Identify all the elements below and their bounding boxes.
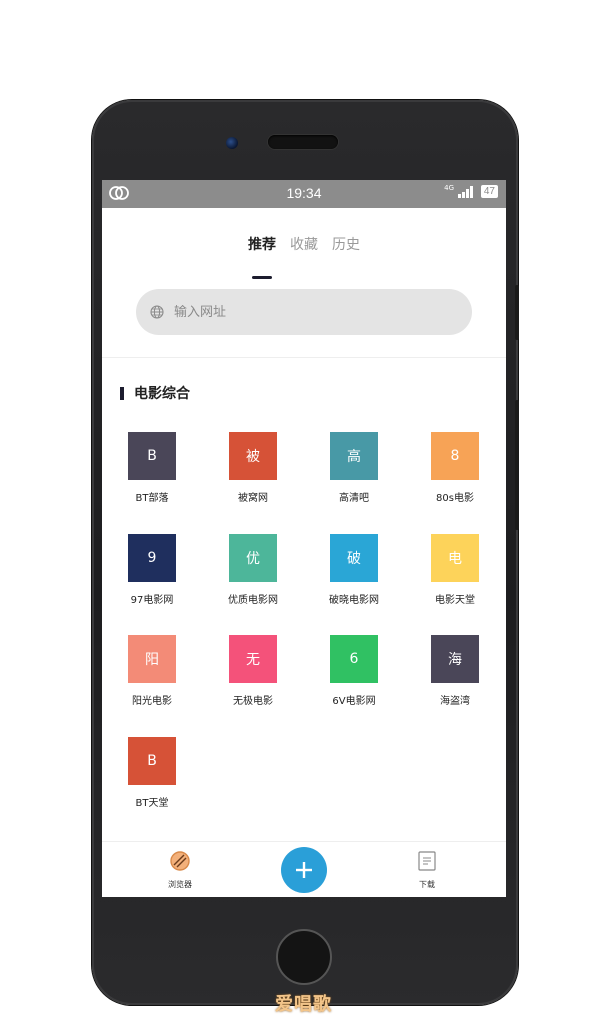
phone-screen: 19:34 4G 47 推荐 收藏 历史 电影综合 BBT部落被被窝网高高清吧8…: [102, 180, 506, 897]
tab-recommended[interactable]: 推荐: [248, 234, 276, 279]
site-icon: B: [128, 737, 176, 785]
search-bar[interactable]: [136, 289, 472, 335]
power-button: [515, 400, 519, 530]
site-icon: 阳: [128, 635, 176, 683]
section-title: 电影综合: [134, 386, 190, 402]
status-bar: 19:34 4G 47: [102, 180, 506, 208]
site-icon: 优: [229, 534, 277, 582]
site-label: 优质电影网: [228, 595, 278, 606]
download-icon: [418, 851, 436, 871]
site-icon: 9: [128, 534, 176, 582]
top-tabs: 推荐 收藏 历史: [102, 208, 506, 279]
site-icon: 高: [330, 432, 378, 480]
site-label: 80s电影: [436, 493, 474, 504]
browser-icon: [170, 851, 190, 871]
site-item[interactable]: 破破晓电影网: [304, 534, 404, 606]
site-label: 海盗湾: [440, 696, 470, 707]
watermark: 爱唱歌: [275, 994, 332, 1015]
site-item[interactable]: B BT部落: [102, 432, 202, 504]
site-icon: 无: [229, 635, 277, 683]
front-camera: [226, 137, 238, 149]
site-item[interactable]: B BT天堂: [102, 737, 202, 809]
nav-browser-label: 浏览器: [168, 880, 192, 889]
nav-download[interactable]: 下载: [397, 850, 457, 890]
signal-icon: [457, 185, 473, 198]
nav-browser[interactable]: 浏览器: [150, 850, 210, 890]
site-icon: 电: [431, 534, 479, 582]
volume-button: [515, 285, 519, 340]
site-item[interactable]: 被被窝网: [203, 432, 303, 504]
site-icon: 被: [229, 432, 277, 480]
site-label: 破晓电影网: [329, 595, 379, 606]
site-item[interactable]: 阳阳光电影: [102, 635, 202, 707]
site-item[interactable]: 8 80s电影: [405, 432, 505, 504]
globe-icon: [150, 305, 164, 319]
status-indicators: 4G 47: [444, 184, 498, 198]
site-label: 电影天堂: [435, 595, 475, 606]
site-label: 97电影网: [130, 595, 174, 606]
site-item[interactable]: 海海盗湾: [405, 635, 505, 707]
site-label: 无极电影: [233, 696, 273, 707]
site-item[interactable]: 电电影天堂: [405, 534, 505, 606]
earpiece-speaker: [268, 135, 338, 149]
site-label: 被窝网: [238, 493, 268, 504]
section-marker: [120, 386, 124, 400]
site-item[interactable]: 6 6V电影网: [304, 635, 404, 707]
site-label: 6V电影网: [332, 696, 376, 707]
site-icon: B: [128, 432, 176, 480]
site-icon: 破: [330, 534, 378, 582]
plus-icon: [296, 862, 312, 878]
site-item[interactable]: 无无极电影: [203, 635, 303, 707]
site-item[interactable]: 优优质电影网: [203, 534, 303, 606]
nav-download-label: 下载: [419, 880, 435, 889]
site-item[interactable]: 高高清吧: [304, 432, 404, 504]
site-label: BT部落: [135, 493, 169, 504]
add-button[interactable]: [281, 847, 327, 893]
section-header: 电影综合: [120, 383, 190, 403]
home-button[interactable]: [276, 929, 332, 985]
tab-history[interactable]: 历史: [332, 234, 360, 266]
url-input[interactable]: [174, 304, 434, 320]
site-label: BT天堂: [135, 798, 169, 809]
site-icon: 8: [431, 432, 479, 480]
site-icon: 6: [330, 635, 378, 683]
tab-favorites[interactable]: 收藏: [290, 234, 318, 266]
divider: [102, 357, 506, 358]
network-type: 4G: [444, 184, 454, 192]
site-label: 阳光电影: [132, 696, 172, 707]
battery-icon: 47: [480, 185, 498, 198]
site-icon: 海: [431, 635, 479, 683]
site-label: 高清吧: [339, 493, 369, 504]
site-item[interactable]: 9 97电影网: [102, 534, 202, 606]
bottom-nav: 浏览器 下载: [102, 841, 506, 897]
